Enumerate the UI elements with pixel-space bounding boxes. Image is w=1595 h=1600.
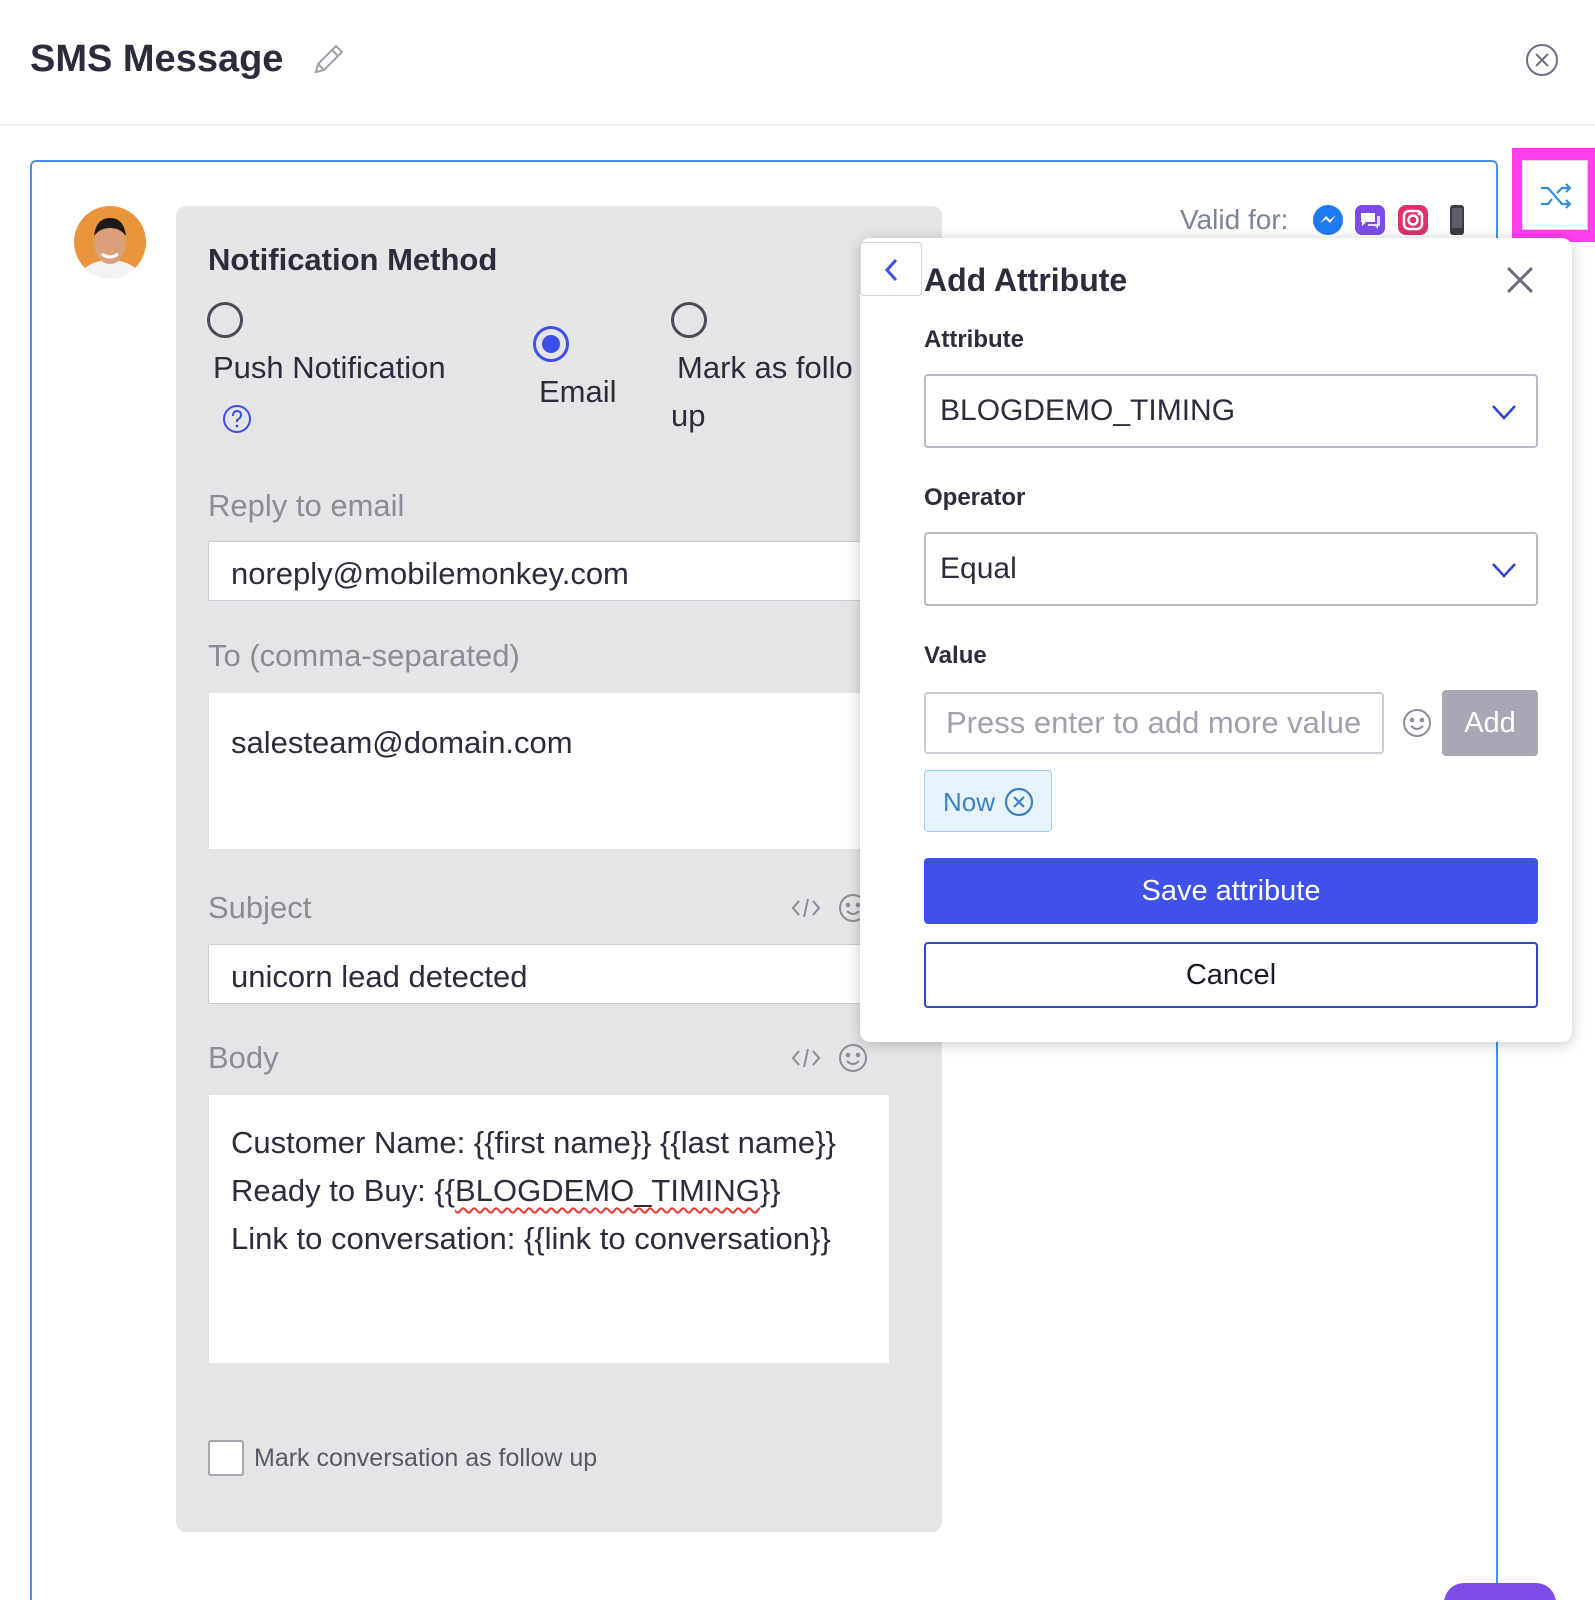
close-circle-icon[interactable]	[1524, 42, 1560, 78]
emoji-icon[interactable]	[838, 1043, 868, 1073]
value-tag: Now	[924, 770, 1052, 832]
pencil-icon[interactable]	[310, 42, 346, 78]
body-input[interactable]: Customer Name: {{first name}} {{last nam…	[208, 1094, 890, 1364]
radio-mark-as-follow-up[interactable]	[671, 302, 707, 338]
remove-tag-icon[interactable]	[1003, 786, 1035, 818]
shuffle-button[interactable]	[1522, 160, 1588, 230]
follow-up-checkbox[interactable]	[208, 1440, 244, 1476]
attribute-label: Attribute	[924, 326, 1024, 353]
body-line-1: Customer Name: {{first name}} {{last nam…	[231, 1125, 836, 1160]
messenger-icon	[1312, 204, 1344, 236]
to-input[interactable]: salesteam@domain.com	[208, 692, 868, 850]
code-icon[interactable]	[790, 1044, 822, 1072]
body-line-3: Link to conversation: {{link to conversa…	[231, 1221, 831, 1256]
chevron-left-icon	[880, 256, 904, 284]
header: SMS Message	[0, 0, 1595, 126]
radio-email[interactable]	[533, 326, 569, 362]
valid-for-label: Valid for:	[1180, 204, 1289, 235]
popup-title: Add Attribute	[924, 262, 1128, 298]
mark-as-follow-up-label-line2: up	[671, 398, 706, 433]
notification-method-title: Notification Method	[208, 242, 498, 277]
follow-up-checkbox-label: Mark conversation as follow up	[254, 1444, 598, 1472]
value-input[interactable]	[924, 692, 1384, 754]
subject-label: Subject	[208, 890, 312, 925]
attribute-select[interactable]: BLOGDEMO_TIMING	[924, 374, 1538, 448]
body-line-2: Ready to Buy: {{BLOGDEMO_TIMING}}	[231, 1173, 781, 1208]
page-title: SMS Message	[30, 38, 284, 80]
chevron-down-icon	[1490, 558, 1518, 582]
value-tag-label: Now	[943, 787, 996, 817]
email-label: Email	[539, 374, 617, 409]
mark-as-follow-up-label-line1: Mark as follo	[677, 350, 853, 385]
chat-icon	[1354, 204, 1386, 236]
phone-icon	[1440, 204, 1472, 236]
add-value-button[interactable]: Add	[1442, 690, 1538, 756]
reply-to-label: Reply to email	[208, 488, 405, 523]
subject-input[interactable]: unicorn lead detected	[208, 944, 868, 1004]
to-label: To (comma-separated)	[208, 638, 520, 673]
close-icon[interactable]	[1502, 262, 1538, 298]
body-label: Body	[208, 1040, 279, 1075]
bottom-action-pill[interactable]	[1444, 1583, 1556, 1600]
chevron-down-icon	[1490, 400, 1518, 424]
back-button[interactable]	[860, 242, 922, 296]
help-icon[interactable]	[221, 403, 253, 435]
operator-select[interactable]: Equal	[924, 532, 1538, 606]
operator-label: Operator	[924, 484, 1026, 511]
avatar	[74, 206, 146, 278]
attribute-select-value: BLOGDEMO_TIMING	[940, 394, 1236, 427]
save-attribute-button[interactable]: Save attribute	[924, 858, 1538, 924]
radio-push-notification[interactable]	[207, 302, 243, 338]
code-icon[interactable]	[790, 894, 822, 922]
reply-to-input[interactable]: noreply@mobilemonkey.com	[208, 541, 868, 601]
value-label: Value	[924, 642, 987, 669]
instagram-icon	[1397, 204, 1429, 236]
cancel-button[interactable]: Cancel	[924, 942, 1538, 1008]
shuffle-icon	[1538, 178, 1574, 214]
operator-select-value: Equal	[940, 552, 1017, 585]
push-notification-label: Push Notification	[213, 350, 446, 385]
shuffle-highlight	[1512, 148, 1595, 242]
emoji-icon[interactable]	[1402, 708, 1432, 738]
